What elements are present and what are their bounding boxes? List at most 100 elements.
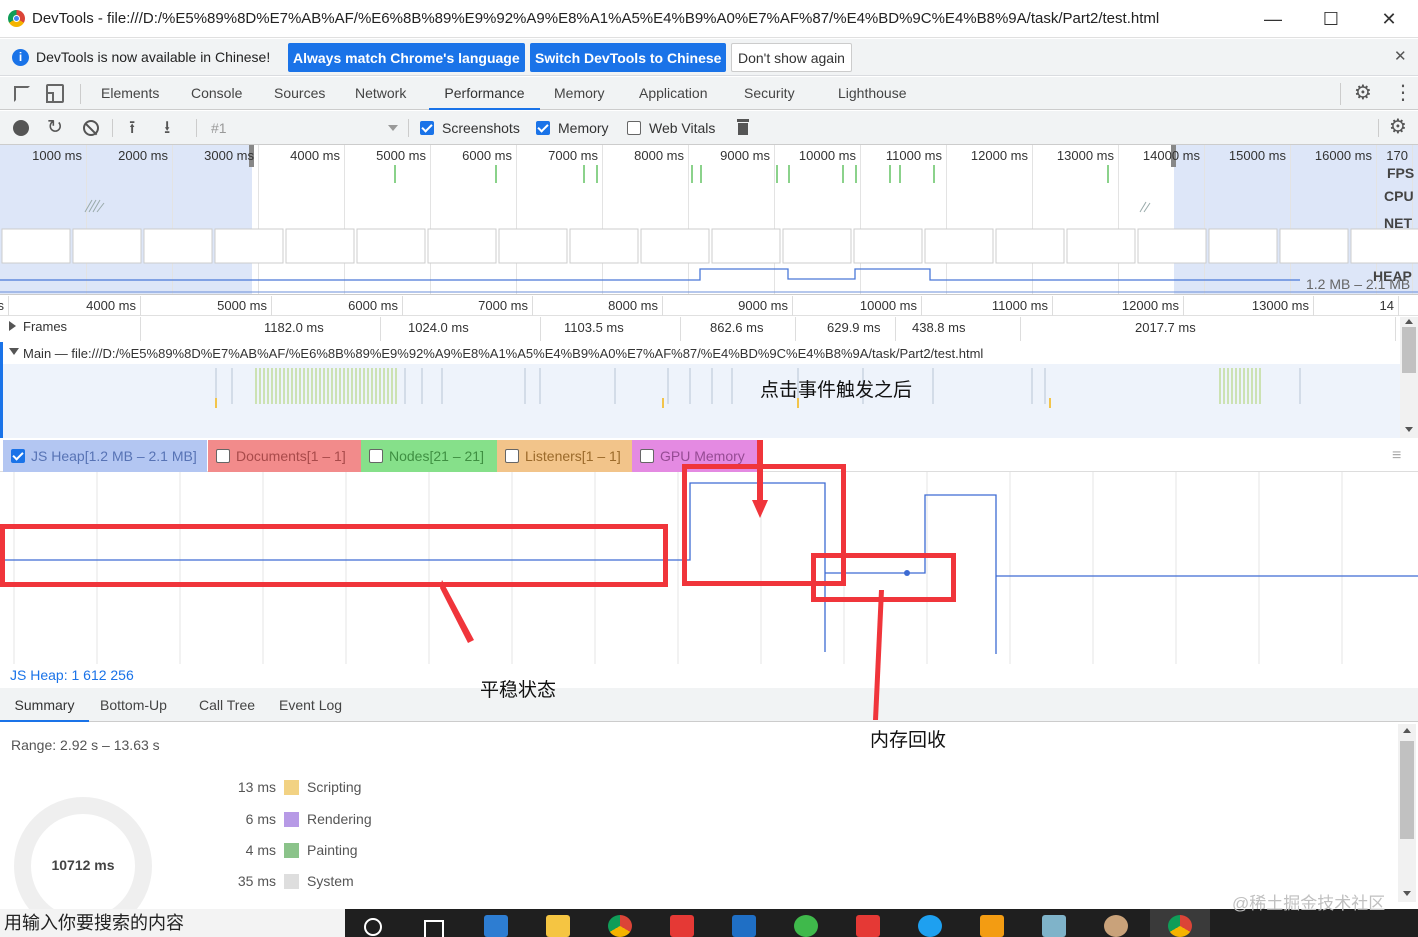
upload-profile-icon[interactable]: ⭱ [129, 117, 135, 137]
tab-console[interactable]: Console [191, 77, 242, 110]
scripting-swatch [284, 779, 299, 795]
tab-application[interactable]: Application [639, 77, 708, 110]
file-explorer-icon[interactable] [546, 915, 570, 937]
counter-nodes-label: Nodes[21 – 21] [389, 448, 484, 464]
memory-checkbox[interactable]: Memory [536, 120, 609, 136]
flamechart-scrollbar[interactable] [1400, 317, 1418, 438]
tab-performance[interactable]: Performance [429, 77, 540, 110]
annotation-after-click: 点击事件触发之后 [760, 380, 913, 401]
flamechart-ruler: s 4000 ms 5000 ms 6000 ms 7000 ms 8000 ms 9000… [0, 296, 1418, 316]
flame-tick-label: 6000 ms [348, 298, 398, 313]
more-options-icon[interactable]: ⋮ [1393, 81, 1413, 105]
scripting-time: 13 ms [237, 779, 276, 795]
details-tabbar: Summary Bottom-Up Call Tree Event Log [0, 688, 1418, 722]
screenshots-checkbox[interactable]: Screenshots [420, 120, 520, 136]
device-toolbar-icon[interactable] [46, 84, 64, 103]
recording-select[interactable]: #1 [211, 120, 227, 136]
frames-track[interactable]: Frames 1182.0 ms 1024.0 ms 1103.5 ms 862.6 … [0, 317, 1400, 341]
summary-panel: Range: 2.92 s – 13.63 s 10712 ms 13 ms Sc… [0, 722, 1398, 935]
frame-divider [795, 317, 796, 341]
fps-bars [394, 165, 1109, 183]
tab-bottom-up[interactable]: Bottom-Up [100, 688, 167, 722]
switch-to-chinese-button[interactable]: Switch DevTools to Chinese [530, 43, 727, 72]
flame-gridline [1183, 296, 1184, 316]
tab-memory[interactable]: Memory [554, 77, 605, 110]
flame-gridline [8, 296, 9, 316]
system-swatch [284, 873, 299, 889]
flame-gridline [1052, 296, 1053, 316]
chevron-down-icon[interactable] [388, 125, 398, 131]
rendering-swatch [284, 811, 299, 827]
download-profile-icon[interactable]: ⭳ [164, 117, 170, 137]
info-icon: i [12, 49, 29, 66]
web-vitals-checkbox[interactable]: Web Vitals [627, 120, 715, 136]
frame-divider [1395, 317, 1396, 341]
cortana-icon[interactable] [364, 918, 382, 936]
counter-listeners[interactable]: Listeners[1 – 1] [497, 440, 632, 472]
timeline-overview[interactable]: 1000 ms 2000 ms 3000 ms 4000 ms 5000 ms 6000 … [0, 145, 1418, 295]
maximize-button[interactable]: ☐ [1302, 0, 1360, 38]
reader-app-icon[interactable] [670, 915, 694, 937]
flame-tick-label: 9000 ms [738, 298, 788, 313]
tabbar-divider-right [1340, 83, 1341, 105]
capture-settings-gear-icon[interactable]: ⚙ [1389, 116, 1407, 138]
clear-icon[interactable] [83, 120, 99, 136]
counter-nodes[interactable]: Nodes[21 – 21] [361, 440, 497, 472]
summary-range: Range: 2.92 s – 13.63 s [11, 737, 160, 753]
inspect-element-icon[interactable] [14, 86, 30, 102]
tab-network[interactable]: Network [355, 77, 406, 110]
system-label: System [307, 873, 354, 889]
wps-icon[interactable] [856, 915, 880, 937]
wechat-icon[interactable] [794, 915, 818, 937]
infobar-close-icon[interactable]: ✕ [1394, 47, 1407, 65]
tab-call-tree[interactable]: Call Tree [199, 688, 255, 722]
tab-lighthouse[interactable]: Lighthouse [838, 77, 907, 110]
main-collapse-icon[interactable] [9, 348, 19, 355]
trash-icon[interactable] [737, 119, 749, 136]
summary-scrollbar[interactable] [1398, 724, 1416, 902]
chrome-active-icon[interactable] [1168, 915, 1192, 937]
flame-tick-label: 10000 ms [859, 298, 917, 313]
resize-handle-icon[interactable]: ≡ [1392, 447, 1401, 465]
counter-listeners-label: Listeners[1 – 1] [525, 448, 621, 464]
notes-app-icon[interactable] [1042, 915, 1066, 937]
flame-tick-label: s [0, 298, 4, 313]
frames-expand-icon[interactable] [9, 321, 16, 331]
tab-security[interactable]: Security [744, 77, 795, 110]
flame-gridline [140, 296, 141, 316]
browser-app-icon[interactable] [918, 915, 942, 937]
record-icon[interactable] [13, 120, 29, 136]
mail-app-icon[interactable] [484, 915, 508, 937]
settings-gear-icon[interactable]: ⚙ [1354, 83, 1372, 103]
always-match-language-button[interactable]: Always match Chrome's language [288, 43, 525, 72]
overview-graphs [0, 165, 1418, 293]
tab-elements[interactable]: Elements [101, 77, 159, 110]
painting-swatch [284, 842, 299, 858]
sketch-app-icon[interactable] [980, 915, 1004, 937]
minimize-button[interactable]: — [1244, 0, 1302, 38]
counter-documents[interactable]: Documents[1 – 1] [208, 440, 361, 472]
frame-duration: 629.9 ms [827, 320, 881, 335]
rendering-label: Rendering [307, 811, 372, 827]
chrome-taskbar-icon[interactable] [608, 915, 632, 937]
js-heap-readout: JS Heap: 1 612 256 [10, 667, 134, 683]
dont-show-again-button[interactable]: Don't show again [731, 43, 852, 72]
counter-documents-label: Documents[1 – 1] [236, 448, 346, 464]
main-thread-track[interactable]: Main — file:///D:/%E5%89%8D%E7%AB%AF/%E6… [0, 342, 1400, 438]
close-window-button[interactable]: ✕ [1360, 0, 1418, 38]
tab-summary[interactable]: Summary [0, 688, 89, 722]
tab-sources[interactable]: Sources [274, 77, 325, 110]
vscode-icon[interactable] [732, 915, 756, 937]
tab-event-log[interactable]: Event Log [279, 688, 342, 722]
performance-toolbar: ↻ ⭱ ⭳ #1 Screenshots Memory Web Vitals ⚙ [0, 111, 1418, 145]
chrome-logo-icon [8, 10, 25, 27]
avatar-app-icon[interactable] [1104, 915, 1128, 937]
frame-duration: 1024.0 ms [408, 320, 469, 335]
reload-record-icon[interactable]: ↻ [47, 118, 63, 137]
taskbar-search-box[interactable]: 用输入你要搜索的内容 [0, 909, 345, 937]
language-infobar: i DevTools is now available in Chinese! … [0, 39, 1418, 76]
track-focus-indicator [0, 342, 3, 438]
watermark: @稀土掘金技术社区 [1232, 894, 1386, 913]
counter-js-heap[interactable]: JS Heap[1.2 MB – 2.1 MB] [3, 440, 207, 472]
task-view-icon[interactable] [424, 920, 444, 937]
